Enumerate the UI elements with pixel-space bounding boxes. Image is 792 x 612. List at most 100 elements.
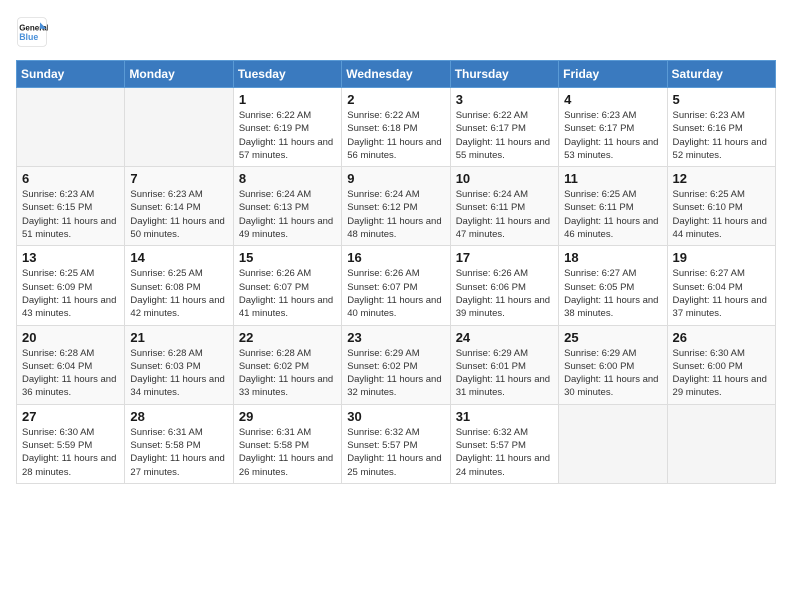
day-info: Sunrise: 6:30 AM Sunset: 6:00 PM Dayligh… (673, 347, 770, 400)
day-number: 12 (673, 171, 770, 186)
day-number: 16 (347, 250, 444, 265)
calendar-cell: 31 Sunrise: 6:32 AM Sunset: 5:57 PM Dayli… (450, 404, 558, 483)
day-number: 22 (239, 330, 336, 345)
calendar-cell: 10Sunrise: 6:24 AM Sunset: 6:11 PM Dayli… (450, 167, 558, 246)
calendar-cell: 9Sunrise: 6:24 AM Sunset: 6:12 PM Daylig… (342, 167, 450, 246)
day-info: Sunrise: 6:25 AM Sunset: 6:08 PM Dayligh… (130, 267, 227, 320)
weekday-header-wednesday: Wednesday (342, 61, 450, 88)
day-number: 18 (564, 250, 661, 265)
day-info: Sunrise: 6:29 AM Sunset: 6:00 PM Dayligh… (564, 347, 661, 400)
day-info: Sunrise: 6:23 AM Sunset: 6:17 PM Dayligh… (564, 109, 661, 162)
day-info: Sunrise: 6:25 AM Sunset: 6:10 PM Dayligh… (673, 188, 770, 241)
calendar-cell: 27Sunrise: 6:30 AM Sunset: 5:59 PM Dayli… (17, 404, 125, 483)
day-number: 6 (22, 171, 119, 186)
calendar-cell (559, 404, 667, 483)
day-info: Sunrise: 6:32 AM Sunset: 5:57 PM Dayligh… (347, 426, 444, 479)
calendar-cell: 21 Sunrise: 6:28 AM Sunset: 6:03 PM Dayli… (125, 325, 233, 404)
day-info: Sunrise: 6:23 AM Sunset: 6:15 PM Dayligh… (22, 188, 119, 241)
calendar-cell (17, 88, 125, 167)
day-number: 20 (22, 330, 119, 345)
day-info: Sunrise: 6:29 AM Sunset: 6:01 PM Dayligh… (456, 347, 553, 400)
day-info: Sunrise: 6:24 AM Sunset: 6:11 PM Dayligh… (456, 188, 553, 241)
day-info: Sunrise: 6:22 AM Sunset: 6:18 PM Dayligh… (347, 109, 444, 162)
day-info: Sunrise: 6:29 AM Sunset: 6:02 PM Dayligh… (347, 347, 444, 400)
day-info: Sunrise: 6:31 AM Sunset: 5:58 PM Dayligh… (130, 426, 227, 479)
day-info: Sunrise: 6:24 AM Sunset: 6:12 PM Dayligh… (347, 188, 444, 241)
day-info: Sunrise: 6:22 AM Sunset: 6:17 PM Dayligh… (456, 109, 553, 162)
day-info: Sunrise: 6:22 AM Sunset: 6:19 PM Dayligh… (239, 109, 336, 162)
day-number: 21 (130, 330, 227, 345)
calendar-cell: 14 Sunrise: 6:25 AM Sunset: 6:08 PM Dayli… (125, 246, 233, 325)
weekday-header-row: SundayMondayTuesdayWednesdayThursdayFrid… (17, 61, 776, 88)
day-number: 4 (564, 92, 661, 107)
calendar-cell: 13Sunrise: 6:25 AM Sunset: 6:09 PM Dayli… (17, 246, 125, 325)
calendar-cell: 6 Sunrise: 6:23 AM Sunset: 6:15 PM Daylig… (17, 167, 125, 246)
calendar-cell (125, 88, 233, 167)
day-info: Sunrise: 6:26 AM Sunset: 6:06 PM Dayligh… (456, 267, 553, 320)
day-number: 28 (130, 409, 227, 424)
weekday-header-monday: Monday (125, 61, 233, 88)
weekday-header-sunday: Sunday (17, 61, 125, 88)
weekday-header-saturday: Saturday (667, 61, 775, 88)
day-number: 29 (239, 409, 336, 424)
day-number: 11 (564, 171, 661, 186)
calendar-cell: 22Sunrise: 6:28 AM Sunset: 6:02 PM Dayli… (233, 325, 341, 404)
day-info: Sunrise: 6:23 AM Sunset: 6:14 PM Dayligh… (130, 188, 227, 241)
calendar-cell: 26 Sunrise: 6:30 AM Sunset: 6:00 PM Dayli… (667, 325, 775, 404)
calendar-cell (667, 404, 775, 483)
day-number: 7 (130, 171, 227, 186)
calendar-cell: 3 Sunrise: 6:22 AM Sunset: 6:17 PM Daylig… (450, 88, 558, 167)
day-info: Sunrise: 6:25 AM Sunset: 6:11 PM Dayligh… (564, 188, 661, 241)
day-number: 31 (456, 409, 553, 424)
day-number: 26 (673, 330, 770, 345)
calendar-cell: 2 Sunrise: 6:22 AM Sunset: 6:18 PM Daylig… (342, 88, 450, 167)
day-number: 27 (22, 409, 119, 424)
day-number: 13 (22, 250, 119, 265)
day-number: 19 (673, 250, 770, 265)
calendar-cell: 15 Sunrise: 6:26 AM Sunset: 6:07 PM Dayli… (233, 246, 341, 325)
day-info: Sunrise: 6:28 AM Sunset: 6:03 PM Dayligh… (130, 347, 227, 400)
calendar-cell: 19 Sunrise: 6:27 AM Sunset: 6:04 PM Dayli… (667, 246, 775, 325)
calendar-cell: 23 Sunrise: 6:29 AM Sunset: 6:02 PM Dayli… (342, 325, 450, 404)
day-number: 24 (456, 330, 553, 345)
calendar-cell: 25Sunrise: 6:29 AM Sunset: 6:00 PM Dayli… (559, 325, 667, 404)
calendar-cell: 12 Sunrise: 6:25 AM Sunset: 6:10 PM Dayli… (667, 167, 775, 246)
calendar-cell: 29 Sunrise: 6:31 AM Sunset: 5:58 PM Dayli… (233, 404, 341, 483)
calendar-cell: 7 Sunrise: 6:23 AM Sunset: 6:14 PM Daylig… (125, 167, 233, 246)
day-number: 17 (456, 250, 553, 265)
calendar-cell: 16 Sunrise: 6:26 AM Sunset: 6:07 PM Dayli… (342, 246, 450, 325)
day-number: 23 (347, 330, 444, 345)
day-info: Sunrise: 6:24 AM Sunset: 6:13 PM Dayligh… (239, 188, 336, 241)
calendar: SundayMondayTuesdayWednesdayThursdayFrid… (16, 60, 776, 484)
weekday-header-friday: Friday (559, 61, 667, 88)
calendar-cell: 5Sunrise: 6:23 AM Sunset: 6:16 PM Daylig… (667, 88, 775, 167)
calendar-cell: 20 Sunrise: 6:28 AM Sunset: 6:04 PM Dayli… (17, 325, 125, 404)
day-info: Sunrise: 6:28 AM Sunset: 6:04 PM Dayligh… (22, 347, 119, 400)
logo-icon: General Blue (16, 16, 48, 48)
day-number: 8 (239, 171, 336, 186)
calendar-cell: 17 Sunrise: 6:26 AM Sunset: 6:06 PM Dayli… (450, 246, 558, 325)
day-info: Sunrise: 6:27 AM Sunset: 6:04 PM Dayligh… (673, 267, 770, 320)
week-row-3: 13Sunrise: 6:25 AM Sunset: 6:09 PM Dayli… (17, 246, 776, 325)
calendar-cell: 11 Sunrise: 6:25 AM Sunset: 6:11 PM Dayli… (559, 167, 667, 246)
day-number: 1 (239, 92, 336, 107)
day-number: 15 (239, 250, 336, 265)
day-number: 30 (347, 409, 444, 424)
page-header: General Blue (16, 16, 776, 48)
day-info: Sunrise: 6:31 AM Sunset: 5:58 PM Dayligh… (239, 426, 336, 479)
week-row-2: 6 Sunrise: 6:23 AM Sunset: 6:15 PM Daylig… (17, 167, 776, 246)
day-number: 2 (347, 92, 444, 107)
week-row-4: 20 Sunrise: 6:28 AM Sunset: 6:04 PM Dayli… (17, 325, 776, 404)
day-number: 14 (130, 250, 227, 265)
day-info: Sunrise: 6:26 AM Sunset: 6:07 PM Dayligh… (239, 267, 336, 320)
weekday-header-tuesday: Tuesday (233, 61, 341, 88)
day-info: Sunrise: 6:27 AM Sunset: 6:05 PM Dayligh… (564, 267, 661, 320)
calendar-cell: 1 Sunrise: 6:22 AM Sunset: 6:19 PM Daylig… (233, 88, 341, 167)
day-info: Sunrise: 6:32 AM Sunset: 5:57 PM Dayligh… (456, 426, 553, 479)
week-row-1: 1 Sunrise: 6:22 AM Sunset: 6:19 PM Daylig… (17, 88, 776, 167)
calendar-cell: 24 Sunrise: 6:29 AM Sunset: 6:01 PM Dayli… (450, 325, 558, 404)
calendar-cell: 28 Sunrise: 6:31 AM Sunset: 5:58 PM Dayli… (125, 404, 233, 483)
calendar-cell: 4 Sunrise: 6:23 AM Sunset: 6:17 PM Daylig… (559, 88, 667, 167)
day-info: Sunrise: 6:26 AM Sunset: 6:07 PM Dayligh… (347, 267, 444, 320)
day-number: 3 (456, 92, 553, 107)
